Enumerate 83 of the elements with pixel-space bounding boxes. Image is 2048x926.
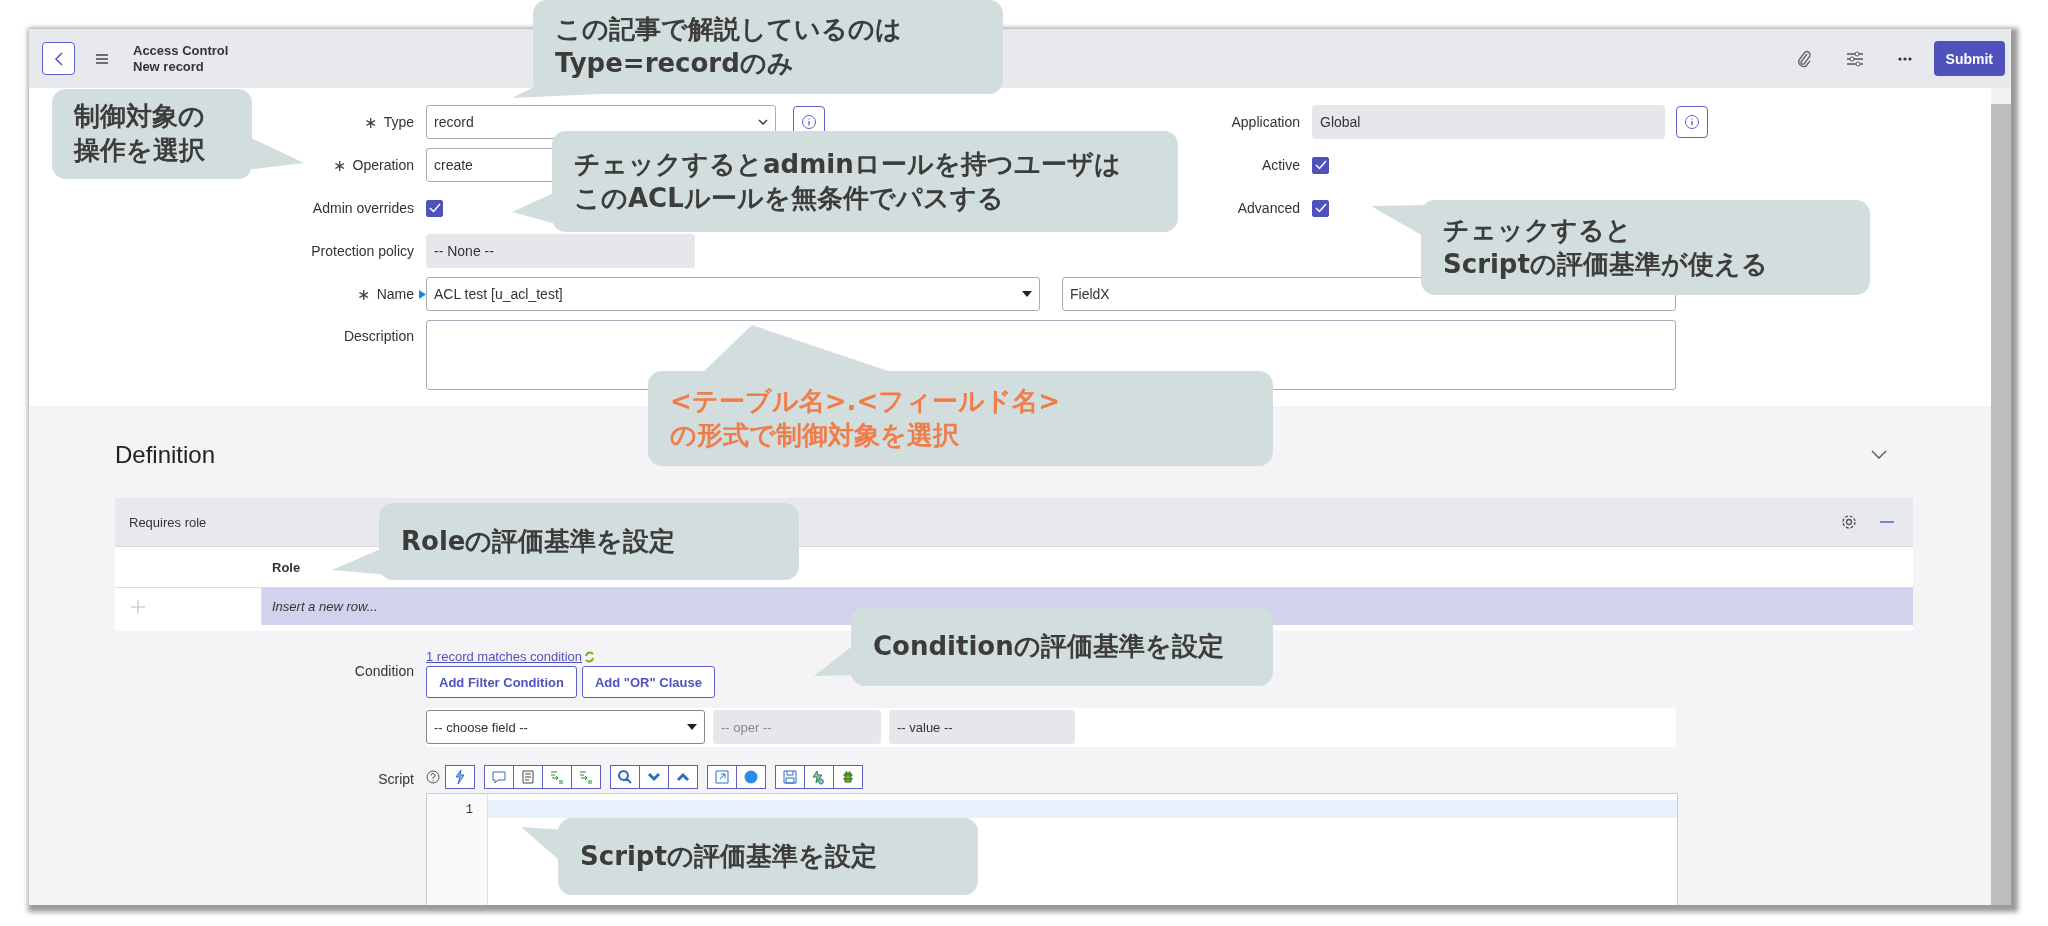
search-icon [617, 769, 633, 785]
format-icon [452, 769, 468, 785]
back-button[interactable] [42, 42, 75, 75]
help-icon [743, 769, 759, 785]
field-label: Script [378, 771, 414, 787]
dropdown-icon [687, 724, 697, 730]
required-mark: ∗ [363, 112, 377, 132]
line-number: 1 [465, 803, 473, 817]
column-header: Role [272, 559, 301, 575]
tooltip-text: Conditionの評価基準を設定 [873, 629, 1224, 663]
tooltip-text: Roleの評価基準を設定 [401, 524, 676, 558]
field-label: Description [343, 328, 414, 344]
replace-all-button[interactable] [571, 765, 601, 789]
bug-icon [840, 769, 856, 785]
section-title: Definition [115, 441, 216, 469]
info-icon [1685, 115, 1699, 129]
collapse-icon[interactable] [1879, 520, 1895, 524]
tooltip-text: チェックすると [1443, 213, 1632, 247]
field-label: Advanced [1237, 200, 1300, 216]
required-mark: ∗ [356, 284, 370, 304]
align-button[interactable] [513, 765, 543, 789]
more-icon[interactable] [1896, 55, 1913, 62]
check-button[interactable] [804, 765, 834, 789]
info-button[interactable] [1676, 106, 1708, 138]
filter-button[interactable]: Add Filter Condition [426, 666, 577, 698]
field-label: Active [1261, 157, 1300, 173]
field-label: Condition [354, 663, 414, 679]
checkbox[interactable] [1312, 199, 1329, 217]
required-mark: ∗ [332, 155, 346, 175]
tooltip-text: の形式で制御対象を選択 [670, 418, 959, 452]
readonly-field: -- None -- [426, 234, 695, 268]
align-icon [520, 769, 536, 785]
submit-button[interactable]: Submit [1933, 41, 2005, 76]
related-list-title: Requires role [129, 514, 207, 530]
check-icon [811, 769, 827, 785]
expand-button[interactable] [707, 765, 737, 789]
help-icon[interactable] [426, 770, 440, 784]
comment-icon [491, 769, 507, 785]
tooltip-text: Scriptの評価基準を設定 [580, 839, 877, 873]
save-icon [782, 769, 798, 785]
table-select-field[interactable]: ACL test [u_acl_test] [426, 277, 1040, 311]
up-button[interactable] [668, 765, 698, 789]
chevron-icon[interactable] [1871, 450, 1887, 460]
back-icon [52, 50, 65, 67]
field-label: Name [376, 286, 414, 302]
save-button[interactable] [775, 765, 805, 789]
search-button[interactable] [610, 765, 640, 789]
help-button[interactable] [736, 765, 766, 789]
filter-button[interactable]: Add "OR" Clause [581, 666, 715, 698]
tooltip-text: 操作を選択 [74, 134, 205, 167]
replace-icon [549, 769, 565, 785]
condition-link[interactable]: 1 record matches condition [426, 649, 583, 664]
format-button[interactable] [445, 765, 475, 789]
replace-all-icon [578, 769, 594, 785]
tooltip-text: Type=recordのみ [555, 47, 794, 80]
settings-icon[interactable] [1841, 514, 1857, 530]
tooltip-text: <テーブル名>.<フィールド名> [670, 384, 1061, 418]
field-label: Type [383, 114, 414, 130]
down-button[interactable] [639, 765, 669, 789]
tooltip-text: 制御対象の [74, 100, 205, 134]
tooltip-text: この記事で解説しているのは [555, 13, 902, 47]
scrollbar[interactable] [1991, 88, 2011, 905]
value-field[interactable]: -- value -- [889, 710, 1075, 744]
field-label: Protection policy [311, 243, 414, 259]
checkbox[interactable] [1312, 156, 1329, 174]
record-type-title: Access Control [133, 42, 229, 59]
checkbox[interactable] [426, 199, 443, 217]
bug-button[interactable] [833, 765, 863, 789]
tooltip-text: チェックするとadminロールを持つユーザは [574, 147, 1121, 181]
menu-icon[interactable] [95, 52, 109, 65]
info-icon [802, 115, 816, 129]
field-label: Admin overrides [312, 200, 414, 216]
field-label: Application [1231, 114, 1300, 130]
field-label: Operation [352, 157, 414, 173]
readonly-field: Global [1312, 105, 1665, 139]
dropdown-icon [1022, 291, 1032, 297]
tooltip-text: このACLルールを無条件でパスする [574, 181, 1004, 215]
record-title: New record [133, 58, 205, 75]
sliders-icon[interactable] [1844, 50, 1865, 67]
field-select[interactable]: -- choose field -- [426, 710, 705, 744]
comment-button[interactable] [484, 765, 514, 789]
replace-button[interactable] [542, 765, 572, 789]
expand-icon [714, 769, 730, 785]
